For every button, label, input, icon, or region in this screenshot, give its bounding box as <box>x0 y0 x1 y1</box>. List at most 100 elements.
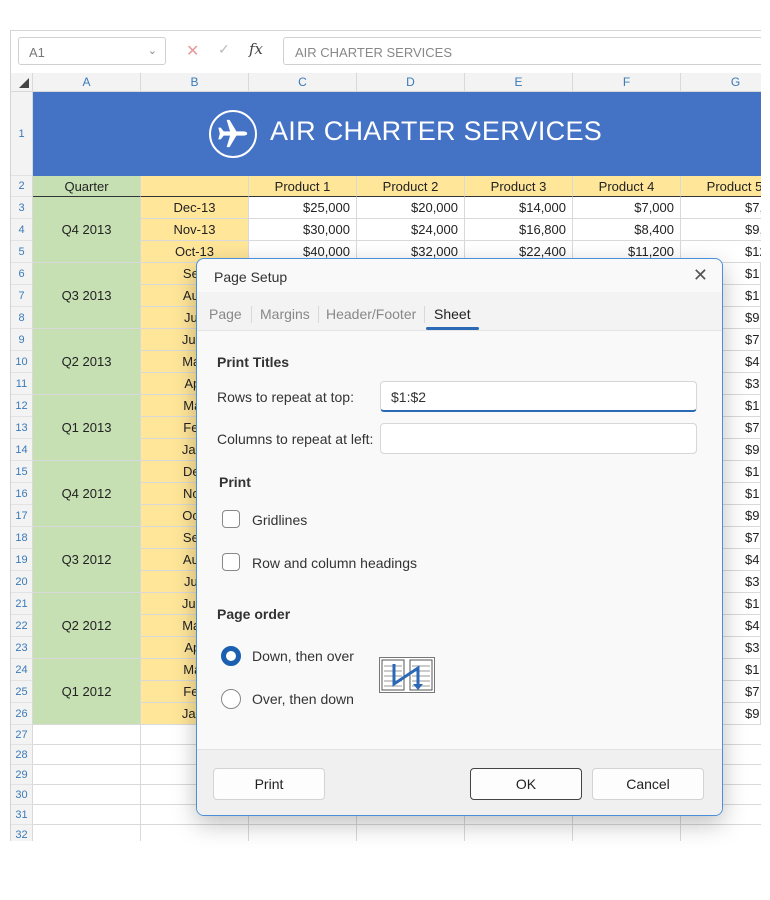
row-header-20[interactable]: 20 <box>11 571 33 593</box>
tab-page[interactable]: Page <box>209 306 242 322</box>
row-header-22[interactable]: 22 <box>11 615 33 637</box>
row-header-24[interactable]: 24 <box>11 659 33 681</box>
row-header-5[interactable]: 5 <box>11 241 33 263</box>
value-cell[interactable]: $16,800 <box>465 219 573 241</box>
value-cell[interactable]: $20,000 <box>357 197 465 219</box>
row-header-19[interactable]: 19 <box>11 549 33 571</box>
rows-to-repeat-input[interactable]: $1:$2 <box>380 381 697 412</box>
value-cell[interactable]: $9, <box>681 219 761 241</box>
name-box[interactable]: A1 ⌄ <box>18 37 166 65</box>
column-header-f[interactable]: F <box>573 73 681 92</box>
empty-cell[interactable] <box>33 765 141 785</box>
cancel-formula-icon[interactable]: ✕ <box>186 41 199 61</box>
row-header-9[interactable]: 9 <box>11 329 33 351</box>
row-header-11[interactable]: 11 <box>11 373 33 395</box>
quarter-cell[interactable]: Q3 2012 <box>33 527 141 593</box>
empty-cell[interactable] <box>465 825 573 841</box>
value-cell[interactable]: $30,000 <box>249 219 357 241</box>
empty-cell[interactable] <box>33 745 141 765</box>
row-header-23[interactable]: 23 <box>11 637 33 659</box>
confirm-formula-icon[interactable]: ✓ <box>218 41 230 58</box>
print-button[interactable]: Print <box>213 768 325 800</box>
row-header-13[interactable]: 13 <box>11 417 33 439</box>
empty-cell[interactable] <box>33 725 141 745</box>
row-header-14[interactable]: 14 <box>11 439 33 461</box>
quarter-cell[interactable]: Q2 2012 <box>33 593 141 659</box>
over-then-down-label[interactable]: Over, then down <box>252 691 354 707</box>
row-header-4[interactable]: 4 <box>11 219 33 241</box>
cancel-button[interactable]: Cancel <box>592 768 704 800</box>
column-header-e[interactable]: E <box>465 73 573 92</box>
empty-cell[interactable] <box>33 785 141 805</box>
row-header-15[interactable]: 15 <box>11 461 33 483</box>
empty-cell[interactable] <box>33 825 141 841</box>
month-cell[interactable]: Nov-13 <box>141 219 249 241</box>
row-column-headings-label[interactable]: Row and column headings <box>252 555 417 571</box>
insert-function-icon[interactable]: fx <box>249 40 263 58</box>
row-header-3[interactable]: 3 <box>11 197 33 219</box>
row-header-27[interactable]: 27 <box>11 725 33 745</box>
row-header-17[interactable]: 17 <box>11 505 33 527</box>
close-icon[interactable]: ✕ <box>693 265 708 286</box>
column-header-c[interactable]: C <box>249 73 357 92</box>
value-cell[interactable]: $7, <box>681 197 761 219</box>
value-cell[interactable]: $7,000 <box>573 197 681 219</box>
value-cell[interactable]: $14,000 <box>465 197 573 219</box>
row-header-18[interactable]: 18 <box>11 527 33 549</box>
header-product-4[interactable]: Product 4 <box>573 176 681 197</box>
column-header-b[interactable]: B <box>141 73 249 92</box>
down-then-over-label[interactable]: Down, then over <box>252 648 354 664</box>
select-all-corner[interactable] <box>11 73 33 92</box>
row-column-headings-checkbox[interactable] <box>222 553 240 571</box>
row-header-29[interactable]: 29 <box>11 765 33 785</box>
row-header-10[interactable]: 10 <box>11 351 33 373</box>
chevron-down-icon[interactable]: ⌄ <box>148 44 157 57</box>
header-product-1[interactable]: Product 1 <box>249 176 357 197</box>
header-product-5[interactable]: Product 5 <box>681 176 761 197</box>
header-product-2[interactable]: Product 2 <box>357 176 465 197</box>
value-cell[interactable]: $24,000 <box>357 219 465 241</box>
value-cell[interactable]: $25,000 <box>249 197 357 219</box>
quarter-cell[interactable]: Q3 2013 <box>33 263 141 329</box>
row-header-21[interactable]: 21 <box>11 593 33 615</box>
header-product-3[interactable]: Product 3 <box>465 176 573 197</box>
columns-to-repeat-input[interactable] <box>380 423 697 454</box>
quarter-cell[interactable]: Q1 2012 <box>33 659 141 725</box>
row-header-7[interactable]: 7 <box>11 285 33 307</box>
quarter-cell[interactable]: Q2 2013 <box>33 329 141 395</box>
down-then-over-radio[interactable] <box>221 646 241 666</box>
row-header-28[interactable]: 28 <box>11 745 33 765</box>
tab-header-footer[interactable]: Header/Footer <box>326 306 416 322</box>
row-header-2[interactable]: 2 <box>11 176 33 197</box>
quarter-cell[interactable]: Q4 2013 <box>33 197 141 263</box>
tab-sheet[interactable]: Sheet <box>434 306 471 322</box>
gridlines-checkbox[interactable] <box>222 510 240 528</box>
empty-cell[interactable] <box>681 825 761 841</box>
row-header-12[interactable]: 12 <box>11 395 33 417</box>
empty-cell[interactable] <box>249 825 357 841</box>
row-header-25[interactable]: 25 <box>11 681 33 703</box>
empty-cell[interactable] <box>141 825 249 841</box>
row-header-6[interactable]: 6 <box>11 263 33 285</box>
tab-margins[interactable]: Margins <box>260 306 310 322</box>
value-cell[interactable]: $8,400 <box>573 219 681 241</box>
over-then-down-radio[interactable] <box>221 689 241 709</box>
row-header-32[interactable]: 32 <box>11 825 33 841</box>
ok-button[interactable]: OK <box>470 768 582 800</box>
formula-input[interactable]: AIR CHARTER SERVICES <box>283 37 761 65</box>
row-header-16[interactable]: 16 <box>11 483 33 505</box>
header-blank[interactable] <box>141 176 249 197</box>
header-quarter[interactable]: Quarter <box>33 176 141 197</box>
quarter-cell[interactable]: Q4 2012 <box>33 461 141 527</box>
empty-cell[interactable] <box>357 825 465 841</box>
empty-cell[interactable] <box>573 825 681 841</box>
row-header-30[interactable]: 30 <box>11 785 33 805</box>
row-header-1[interactable]: 1 <box>11 92 33 176</box>
row-header-31[interactable]: 31 <box>11 805 33 825</box>
quarter-cell[interactable]: Q1 2013 <box>33 395 141 461</box>
month-cell[interactable]: Dec-13 <box>141 197 249 219</box>
empty-cell[interactable] <box>33 805 141 825</box>
gridlines-label[interactable]: Gridlines <box>252 512 307 528</box>
row-header-8[interactable]: 8 <box>11 307 33 329</box>
column-header-a[interactable]: A <box>33 73 141 92</box>
